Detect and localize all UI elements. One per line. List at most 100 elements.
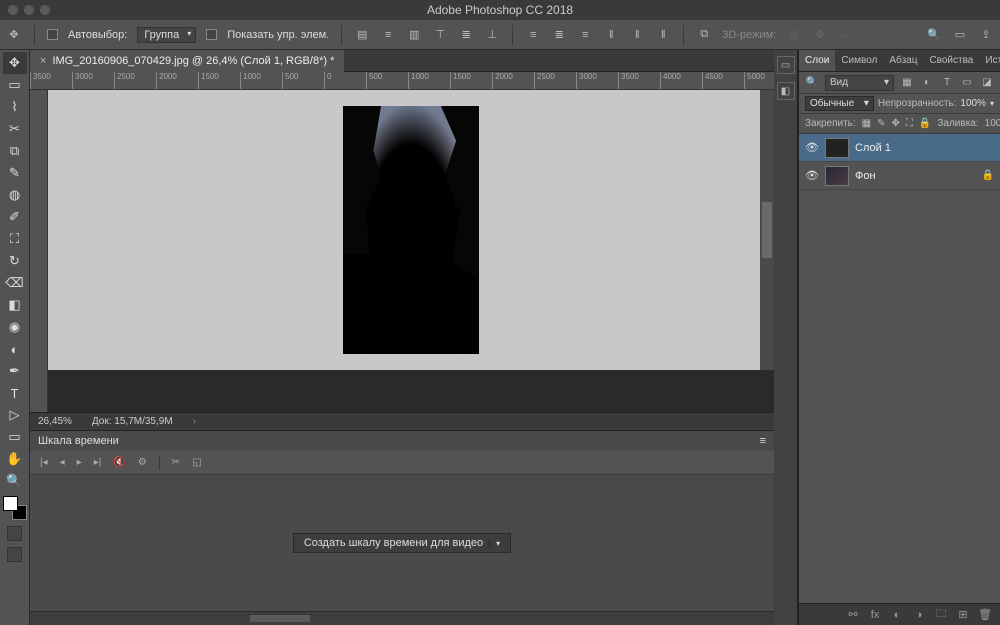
- filter-type-icon[interactable]: T: [940, 76, 954, 90]
- marquee-tool[interactable]: ▭: [3, 74, 27, 96]
- align-right-icon[interactable]: ▥: [406, 27, 422, 43]
- transition-icon[interactable]: ◱: [192, 457, 201, 468]
- pen-tool[interactable]: ✒: [3, 360, 27, 382]
- history-brush-tool[interactable]: ↻: [3, 250, 27, 272]
- autoselect-checkbox[interactable]: [47, 29, 58, 40]
- panel-tab-Символ[interactable]: Символ: [835, 50, 883, 71]
- move-tool[interactable]: ✥: [3, 52, 27, 74]
- distribute-right-icon[interactable]: ‖: [655, 27, 671, 43]
- blur-tool[interactable]: ◉: [3, 316, 27, 338]
- timeline-menu-icon[interactable]: ≡: [760, 435, 766, 447]
- new-group-icon[interactable]: 🗀: [934, 605, 948, 624]
- layer-mask-icon[interactable]: ◐: [890, 609, 904, 621]
- distribute-left-icon[interactable]: ‖: [603, 27, 619, 43]
- distribute-vcenter-icon[interactable]: ≣: [551, 27, 567, 43]
- stamp-tool[interactable]: ⛶: [3, 228, 27, 250]
- search-icon[interactable]: 🔍: [805, 76, 819, 90]
- align-left-icon[interactable]: ▤: [354, 27, 370, 43]
- filter-adjust-icon[interactable]: ◐: [920, 76, 934, 90]
- chevron-down-icon[interactable]: ▾: [990, 99, 994, 108]
- opacity-value[interactable]: 100%: [960, 98, 986, 109]
- panel-tab-Слои[interactable]: Слои: [799, 50, 835, 71]
- document-tab[interactable]: × IMG_20160906_070429.jpg @ 26,4% (Слой …: [30, 50, 344, 72]
- delete-layer-icon[interactable]: 🗑: [978, 608, 992, 621]
- quick-select-tool[interactable]: ✂: [3, 118, 27, 140]
- play-icon[interactable]: ▸: [77, 457, 82, 468]
- layer-thumbnail[interactable]: [825, 166, 849, 186]
- crop-tool[interactable]: ⧉: [3, 140, 27, 162]
- next-frame-icon[interactable]: ▸|: [94, 457, 102, 468]
- foreground-color[interactable]: [3, 496, 18, 511]
- lock-transparent-icon[interactable]: ▦: [862, 118, 871, 129]
- timeline-scrollbar[interactable]: [30, 611, 774, 625]
- lock-pixels-icon[interactable]: ✎: [877, 118, 885, 129]
- autoselect-target-dropdown[interactable]: Группа: [137, 27, 196, 43]
- filter-pixel-icon[interactable]: ▦: [900, 76, 914, 90]
- canvas[interactable]: [343, 106, 479, 354]
- new-layer-icon[interactable]: ⊞: [956, 608, 970, 621]
- status-menu-icon[interactable]: ›: [193, 416, 196, 427]
- dock-panel-1[interactable]: ▭: [777, 56, 795, 74]
- dock-panel-2[interactable]: ◧: [777, 82, 795, 100]
- layer-row[interactable]: 👁Фон🔒: [799, 162, 1000, 190]
- eraser-tool[interactable]: ⌫: [3, 272, 27, 294]
- align-hcenter-icon[interactable]: ≡: [380, 27, 396, 43]
- shape-tool[interactable]: ▭: [3, 426, 27, 448]
- dodge-tool[interactable]: ◐: [3, 338, 27, 360]
- auto-align-icon[interactable]: ⧉: [696, 27, 712, 43]
- lock-all-icon[interactable]: 🔒: [919, 118, 931, 129]
- eyedropper-tool[interactable]: ✎: [3, 162, 27, 184]
- align-vcenter-icon[interactable]: ≣: [458, 27, 474, 43]
- visibility-toggle-icon[interactable]: 👁: [805, 169, 819, 182]
- distribute-top-icon[interactable]: ≡: [525, 27, 541, 43]
- split-clip-icon[interactable]: ✂: [172, 457, 180, 468]
- blend-mode-dropdown[interactable]: Обычные ▾: [805, 96, 874, 111]
- distribute-bottom-icon[interactable]: ≡: [577, 27, 593, 43]
- screenmode-toggle[interactable]: [7, 547, 22, 562]
- layer-name[interactable]: Слой 1: [855, 142, 891, 154]
- filter-shape-icon[interactable]: ▭: [960, 76, 974, 90]
- hand-tool[interactable]: ✋: [3, 448, 27, 470]
- align-bottom-icon[interactable]: ⊥: [484, 27, 500, 43]
- share-icon[interactable]: ⇪: [978, 27, 994, 43]
- prev-frame-icon[interactable]: ◂: [60, 457, 65, 468]
- layer-thumbnail[interactable]: [825, 138, 849, 158]
- fill-value[interactable]: 100%: [985, 118, 1000, 129]
- layer-name[interactable]: Фон: [855, 170, 876, 182]
- search-icon[interactable]: 🔍: [926, 27, 942, 43]
- close-tab-icon[interactable]: ×: [40, 55, 46, 67]
- zoom-tool[interactable]: 🔍: [3, 470, 27, 492]
- type-tool[interactable]: T: [3, 382, 27, 404]
- lock-artboard-icon[interactable]: ⛶: [906, 118, 913, 129]
- adjustment-layer-icon[interactable]: ◑: [912, 609, 926, 621]
- goto-first-frame-icon[interactable]: |◂: [40, 457, 48, 468]
- create-video-timeline-button[interactable]: Создать шкалу времени для видео ▾: [293, 533, 511, 553]
- heal-tool[interactable]: ◍: [3, 184, 27, 206]
- align-top-icon[interactable]: ⊤: [432, 27, 448, 43]
- layer-fx-icon[interactable]: fx: [868, 609, 882, 621]
- vertical-scrollbar[interactable]: [760, 90, 774, 370]
- panel-tab-Абзац[interactable]: Абзац: [883, 50, 923, 71]
- maximize-window-icon[interactable]: [40, 5, 50, 15]
- panel-tab-История[interactable]: История: [979, 50, 1000, 71]
- filter-smart-icon[interactable]: ◪: [980, 76, 994, 90]
- path-select-tool[interactable]: ▷: [3, 404, 27, 426]
- lock-position-icon[interactable]: ✥: [892, 118, 900, 129]
- chevron-down-icon[interactable]: ▾: [489, 539, 500, 548]
- show-controls-checkbox[interactable]: [206, 29, 217, 40]
- distribute-hcenter-icon[interactable]: ‖: [629, 27, 645, 43]
- quickmask-toggle[interactable]: [7, 526, 22, 541]
- minimize-window-icon[interactable]: [24, 5, 34, 15]
- canvas-area[interactable]: [48, 90, 774, 370]
- link-layers-icon[interactable]: ⚯: [846, 608, 860, 621]
- visibility-toggle-icon[interactable]: 👁: [805, 141, 819, 154]
- brush-tool[interactable]: ✐: [3, 206, 27, 228]
- layer-filter-dropdown[interactable]: Вид ▾: [825, 75, 894, 91]
- gradient-tool[interactable]: ◧: [3, 294, 27, 316]
- workspace-switcher-icon[interactable]: ▭: [952, 27, 968, 43]
- lasso-tool[interactable]: ⌇: [3, 96, 27, 118]
- color-swatch[interactable]: [3, 496, 27, 520]
- close-window-icon[interactable]: [8, 5, 18, 15]
- mute-icon[interactable]: 🔇: [113, 457, 125, 468]
- timeline-settings-icon[interactable]: ⚙: [138, 457, 147, 468]
